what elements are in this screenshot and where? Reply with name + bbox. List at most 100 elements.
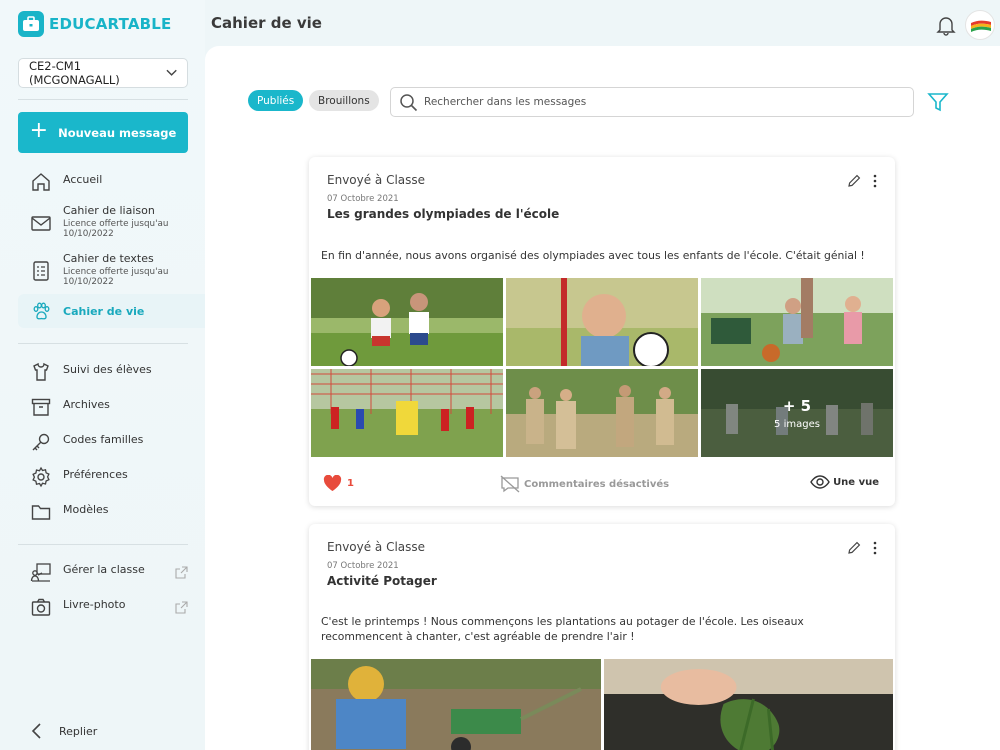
collapse-sidebar-button[interactable]: Replier [30,722,97,740]
main-content: Publiés Brouillons Rechercher dans les m… [205,46,1000,750]
sidebar-item-label: Préférences [63,468,128,481]
sidebar-item-label: Archives [63,398,110,411]
shirt-icon [33,362,49,381]
views-indicator: Une vue [810,475,879,489]
checklist-icon [33,261,49,281]
sidebar-item-modeles[interactable]: Modèles [18,501,205,523]
sidebar-item-label: Cahier de textes [63,252,154,265]
bell-icon[interactable] [936,14,956,36]
sidebar-item-gerer-classe[interactable]: Gérer la classe [18,561,205,583]
photo-thumbnail[interactable] [701,278,893,366]
more-photos-tile[interactable]: + 5 5 images [701,369,893,457]
more-photos-count: + 5 [782,396,812,415]
tab-published[interactable]: Publiés [248,90,304,111]
like-count: 1 [347,478,354,489]
external-link-icon [175,601,188,614]
new-message-label: Nouveau message [58,125,177,140]
folder-icon [31,505,51,520]
envelope-icon [31,216,51,231]
license-note: Licence offerte jusqu'au 10/10/2022 [63,267,169,287]
sidebar-item-suivi-eleves[interactable]: Suivi des élèves [18,361,205,383]
briefcase-icon [18,11,44,37]
comments-label: Commentaires désactivés [524,478,670,490]
search-placeholder: Rechercher dans les messages [424,96,587,108]
post-title: Activité Potager [327,574,437,588]
sidebar-item-preferences[interactable]: Préférences [18,466,205,488]
sidebar-item-accueil[interactable]: Accueil [18,171,205,193]
sidebar-item-label: Suivi des élèves [63,363,152,376]
photo-thumbnail[interactable] [311,369,503,457]
tab-drafts[interactable]: Brouillons [309,90,379,111]
search-input[interactable]: Rechercher dans les messages [390,87,914,117]
new-message-button[interactable]: + Nouveau message [18,112,188,153]
brand-suffix: CARTABLE [84,15,172,33]
flag-avatar-icon [971,20,991,32]
post-sender: Envoyé à Classe [327,173,426,187]
post-sender: Envoyé à Classe [327,540,426,554]
chevron-down-icon [166,69,177,76]
sidebar-item-label: Codes familles [63,433,144,446]
divider [18,544,188,545]
edit-icon[interactable] [847,541,861,555]
post-card[interactable]: Envoyé à Classe 07 Octobre 2021 Activité… [309,524,895,750]
photo-thumbnail[interactable] [604,659,893,750]
home-icon [32,173,50,191]
class-select[interactable]: CE2-CM1 (MCGONAGALL) [18,58,188,88]
page-title: Cahier de vie [211,14,322,32]
search-icon [400,93,418,111]
post-body: En fin d'année, nous avons organisé des … [321,249,865,262]
sidebar-item-label: Gérer la classe [63,563,145,576]
photo-thumbnail[interactable] [506,278,698,366]
camera-icon [31,598,51,616]
external-link-icon [175,566,188,579]
post-footer: 1 Commentaires désactivés Une vue [309,471,895,495]
collapse-label: Replier [59,724,98,738]
brand-prefix: EDU [49,15,85,33]
photo-thumbnail[interactable] [311,278,503,366]
more-vertical-icon[interactable] [873,541,877,555]
comments-status: Commentaires désactivés [499,475,669,493]
more-photos-label: 5 images [774,418,820,430]
edit-icon[interactable] [847,174,861,188]
post-card[interactable]: Envoyé à Classe 07 Octobre 2021 Les gran… [309,157,895,506]
sidebar-item-cahier-liaison[interactable]: Cahier de liaison Licence offerte jusqu'… [18,202,205,239]
like-button[interactable]: 1 [323,475,354,492]
sidebar-item-label: Cahier de vie [63,304,145,318]
avatar[interactable] [965,10,995,40]
class-select-value: CE2-CM1 (MCGONAGALL) [29,59,120,87]
photo-thumbnail[interactable] [311,659,601,750]
sidebar-item-label: Cahier de liaison [63,204,155,217]
archive-icon [31,398,51,416]
post-body: C'est le printemps ! Nous commençons les… [321,615,804,643]
license-note: Licence offerte jusqu'au 10/10/2022 [63,219,169,239]
views-label: Une vue [833,476,879,488]
photo-thumbnail[interactable] [506,369,698,457]
divider [18,99,188,100]
paw-icon [33,302,50,320]
gear-icon [32,466,50,488]
brand-logo[interactable]: EDUCARTABLE [18,11,172,37]
sidebar-item-cahier-textes[interactable]: Cahier de textes Licence offerte jusqu'a… [18,250,205,287]
sidebar-item-codes-familles[interactable]: Codes familles [18,431,205,453]
filter-icon[interactable] [927,91,949,113]
photo-grid: + 5 5 images [311,278,893,457]
sidebar-item-label: Livre-photo [63,598,126,611]
photo-grid [311,659,893,750]
sidebar-item-cahier-vie[interactable]: Cahier de vie [18,294,205,328]
comment-off-icon [500,475,520,493]
sidebar-item-label: Accueil [63,173,103,186]
more-vertical-icon[interactable] [873,174,877,188]
key-icon [32,433,50,451]
sidebar: EDUCARTABLE CE2-CM1 (MCGONAGALL) + Nouve… [0,0,205,750]
more-photos-overlay: + 5 5 images [701,369,893,457]
post-date: 07 Octobre 2021 [327,561,399,571]
heart-icon [323,475,342,491]
sidebar-item-archives[interactable]: Archives [18,396,205,418]
sidebar-item-label: Modèles [63,503,109,516]
divider [18,343,188,344]
classroom-icon [30,563,51,582]
plus-icon: + [29,118,49,143]
sidebar-item-livre-photo[interactable]: Livre-photo [18,596,205,618]
post-title: Les grandes olympiades de l'école [327,207,560,221]
eye-icon [810,475,830,489]
